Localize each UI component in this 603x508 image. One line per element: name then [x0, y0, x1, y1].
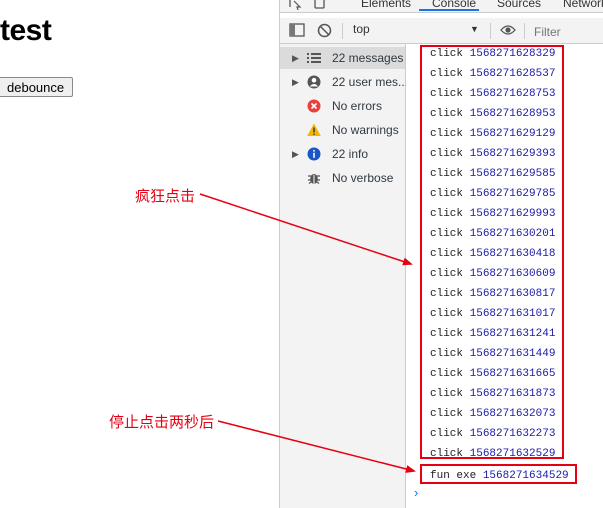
- device-toggle-icon[interactable]: [313, 0, 327, 10]
- console-sidebar: ▶ 22 messages ▶ 22 user mes... No errors…: [280, 44, 409, 508]
- debounce-button[interactable]: debounce: [0, 77, 74, 97]
- dropdown-arrow-icon[interactable]: ▼: [470, 24, 479, 34]
- devtools-tab-bar: Elements Console Sources Network: [280, 0, 603, 13]
- tab-elements[interactable]: Elements: [361, 0, 411, 10]
- bug-icon: [308, 174, 320, 185]
- sidebar-item-errors[interactable]: No errors: [280, 95, 405, 117]
- eye-icon[interactable]: [500, 24, 516, 36]
- page-title: test: [0, 14, 52, 47]
- sidebar-item-messages[interactable]: ▶ 22 messages: [280, 47, 405, 69]
- sidebar-item-label: 22 messages: [332, 51, 404, 65]
- console-output: click 1568271628329 click 1568271628537 cl…: [406, 44, 603, 508]
- warning-icon: [307, 123, 321, 136]
- sidebar-item-label: 22 info: [332, 147, 369, 161]
- annotation-after-stop: 停止点击两秒后: [109, 413, 215, 431]
- click-logs-highlight: [420, 45, 564, 459]
- expand-arrow-icon[interactable]: ▶: [292, 149, 299, 160]
- function-exe-highlight: [420, 464, 577, 484]
- context-selector[interactable]: top: [353, 22, 370, 36]
- sidebar-item-label: No errors: [332, 99, 383, 113]
- sidebar-item-label: No verbose: [332, 171, 394, 185]
- filter-input[interactable]: [532, 22, 603, 41]
- toolbar-separator: [524, 23, 525, 39]
- info-icon: [307, 147, 321, 161]
- sidebar-toggle-icon[interactable]: [289, 23, 305, 37]
- tab-network[interactable]: Network: [563, 0, 603, 10]
- sidebar-item-verbose[interactable]: No verbose: [280, 167, 405, 189]
- toolbar-separator: [342, 23, 343, 39]
- list-icon: [307, 53, 321, 63]
- sidebar-item-label: 22 user mes...: [332, 75, 409, 89]
- active-tab-indicator: [419, 9, 479, 11]
- sidebar-item-warnings[interactable]: No warnings: [280, 119, 405, 141]
- devtools-panel: Elements Console Sources Network top ▼ ▶: [279, 0, 603, 508]
- sidebar-item-label: No warnings: [332, 123, 399, 137]
- tab-sources[interactable]: Sources: [497, 0, 541, 10]
- user-icon: [307, 75, 321, 89]
- sidebar-item-user-messages[interactable]: ▶ 22 user mes...: [280, 71, 409, 93]
- console-toolbar: top ▼: [280, 18, 603, 44]
- expand-arrow-icon[interactable]: ▶: [292, 77, 299, 88]
- annotation-crazy-click: 疯狂点击: [135, 187, 196, 205]
- inspect-element-icon[interactable]: [288, 0, 302, 10]
- clear-console-icon[interactable]: [317, 23, 332, 38]
- expand-arrow-icon[interactable]: ▶: [292, 53, 299, 64]
- error-icon: [307, 99, 321, 113]
- sidebar-item-info[interactable]: ▶ 22 info: [280, 143, 405, 165]
- console-prompt[interactable]: ›: [414, 485, 418, 500]
- toolbar-separator: [490, 23, 491, 39]
